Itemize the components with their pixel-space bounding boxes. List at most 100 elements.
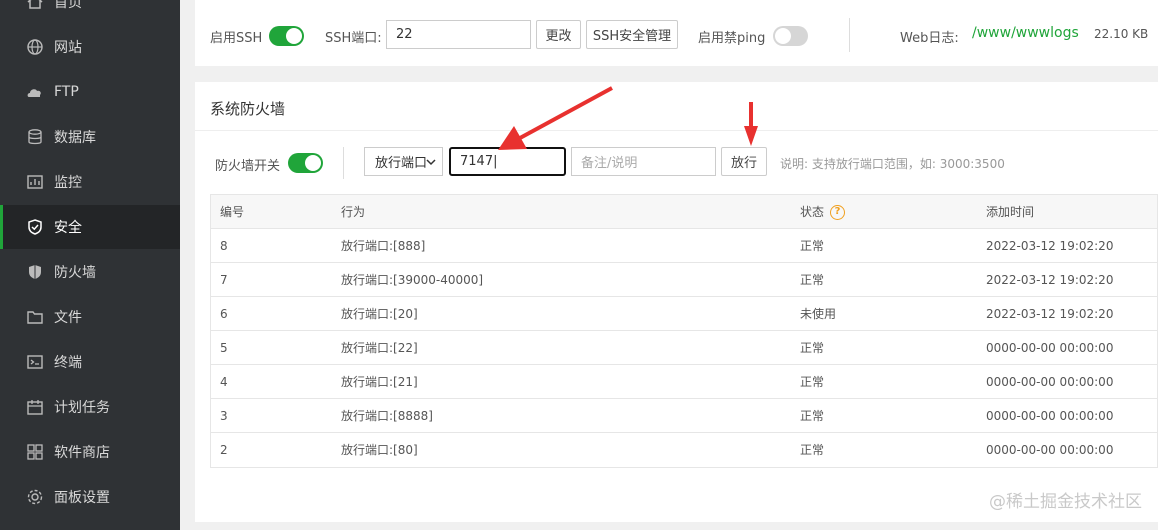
divider	[195, 130, 1158, 131]
home-icon	[26, 0, 44, 11]
sidebar-item-database[interactable]: 数据库	[0, 115, 180, 159]
rule-time: 0000-00-00 00:00:00	[986, 409, 1114, 423]
sidebar-item-files[interactable]: 文件	[0, 295, 180, 339]
sidebar-item-website[interactable]: 网站	[0, 25, 180, 69]
firewall-panel: 系统防火墙 防火墙开关 放行端口 7147 | 备注/说明 放行 说明: 支持放行…	[195, 82, 1158, 522]
shield-icon	[26, 263, 44, 281]
rule-action: 放行端口:[21]	[341, 375, 418, 389]
table-row: 2 放行端口:[80] 正常 0000-00-00 00:00:00	[211, 433, 1157, 467]
sidebar-item-home[interactable]: 首页	[0, 0, 180, 24]
column-header-action: 行为	[341, 205, 366, 219]
sidebar-item-label: 安全	[54, 220, 82, 236]
sidebar-item-cron[interactable]: 计划任务	[0, 385, 180, 429]
rule-id: 3	[220, 409, 228, 423]
sidebar-item-security[interactable]: 安全	[0, 205, 180, 249]
sidebar-item-label: 软件商店	[54, 445, 110, 461]
column-header-status-label: 状态	[800, 205, 825, 219]
table-row: 6 放行端口:[20] 未使用 2022-03-12 19:02:20	[211, 297, 1157, 331]
rule-status: 正常	[800, 409, 825, 423]
weblog-size: 22.10 KB	[1094, 27, 1149, 41]
folder-icon	[26, 308, 44, 326]
change-port-button[interactable]: 更改	[536, 20, 581, 49]
rule-time: 2022-03-12 19:02:20	[986, 239, 1114, 253]
gear-icon	[26, 488, 44, 506]
remark-placeholder: 备注/说明	[581, 156, 638, 171]
ssh-port-input[interactable]: 22	[386, 20, 531, 49]
allow-button[interactable]: 放行	[721, 147, 767, 176]
sidebar-item-label: 防火墙	[54, 265, 96, 281]
firewall-switch-label: 防火墙开关	[215, 159, 281, 174]
port-range-hint: 说明: 支持放行端口范围，如: 3000:3500	[780, 157, 1005, 171]
sidebar-item-label: 首页	[54, 0, 82, 11]
table-row: 3 放行端口:[8888] 正常 0000-00-00 00:00:00	[211, 399, 1157, 433]
sidebar-item-terminal[interactable]: 终端	[0, 340, 180, 384]
rule-action: 放行端口:[22]	[341, 341, 418, 355]
ssh-toggle[interactable]	[269, 26, 304, 46]
rule-id: 6	[220, 307, 228, 321]
column-header-time: 添加时间	[986, 205, 1035, 219]
monitor-icon	[26, 173, 44, 191]
table-row: 8 放行端口:[888] 正常 2022-03-12 19:02:20	[211, 229, 1157, 263]
terminal-icon	[26, 353, 44, 371]
rule-action: 放行端口:[39000-40000]	[341, 273, 484, 287]
help-icon[interactable]: ?	[830, 205, 846, 220]
sidebar-item-label: 数据库	[54, 130, 96, 146]
column-header-status: 状态?	[800, 195, 846, 229]
rule-status: 正常	[800, 341, 825, 355]
rule-id: 2	[220, 443, 228, 457]
calendar-icon	[26, 398, 44, 416]
grid-icon	[26, 443, 44, 461]
database-icon	[26, 128, 44, 146]
sidebar-item-label: 终端	[54, 355, 82, 371]
rule-type-value: 放行端口	[375, 156, 428, 171]
ping-toggle[interactable]	[773, 26, 808, 46]
shield-check-icon	[26, 218, 44, 236]
table-row: 5 放行端口:[22] 正常 0000-00-00 00:00:00	[211, 331, 1157, 365]
rule-action: 放行端口:[8888]	[341, 409, 433, 423]
rule-status: 正常	[800, 443, 825, 457]
sidebar-item-label: 监控	[54, 175, 82, 191]
table-row: 7 放行端口:[39000-40000] 正常 2022-03-12 19:02…	[211, 263, 1157, 297]
sidebar-item-label: 网站	[54, 40, 82, 56]
sidebar-item-store[interactable]: 软件商店	[0, 430, 180, 474]
firewall-toggle[interactable]	[288, 153, 323, 173]
ssh-manage-button[interactable]: SSH安全管理	[586, 20, 678, 49]
table-header: 编号 行为 状态? 添加时间	[211, 195, 1157, 229]
weblog-label: Web日志:	[900, 31, 959, 46]
ssh-port-label: SSH端口:	[325, 31, 382, 46]
port-input-value: 7147	[460, 154, 494, 169]
chevron-down-icon	[426, 159, 436, 166]
firewall-title: 系统防火墙	[210, 100, 286, 118]
sidebar-item-label: 文件	[54, 310, 82, 326]
rule-time: 2022-03-12 19:02:20	[986, 307, 1114, 321]
column-header-id: 编号	[220, 205, 245, 219]
rule-action: 放行端口:[20]	[341, 307, 418, 321]
rule-status: 正常	[800, 239, 825, 253]
sidebar-item-settings[interactable]: 面板设置	[0, 475, 180, 519]
rule-time: 0000-00-00 00:00:00	[986, 341, 1114, 355]
remark-input[interactable]: 备注/说明	[571, 147, 716, 176]
rule-status: 未使用	[800, 307, 837, 321]
rule-time: 0000-00-00 00:00:00	[986, 375, 1114, 389]
table-row: 4 放行端口:[21] 正常 0000-00-00 00:00:00	[211, 365, 1157, 399]
sidebar-item-monitor[interactable]: 监控	[0, 160, 180, 204]
sidebar-item-ftp[interactable]: FTP	[0, 70, 180, 114]
ftp-icon	[26, 83, 44, 101]
rule-status: 正常	[800, 273, 825, 287]
watermark: @稀土掘金技术社区	[989, 492, 1142, 512]
rule-status: 正常	[800, 375, 825, 389]
rule-id: 7	[220, 273, 228, 287]
rule-id: 5	[220, 341, 228, 355]
rule-action: 放行端口:[80]	[341, 443, 418, 457]
rule-type-select[interactable]: 放行端口	[364, 147, 443, 176]
sidebar: 首页 网站 FTP 数据库 监控 安全 防火墙 文件 终端 计划任务 软件商店	[0, 0, 180, 530]
weblog-path-link[interactable]: /www/wwwlogs	[972, 25, 1079, 41]
sidebar-item-label: 面板设置	[54, 490, 110, 506]
rule-id: 8	[220, 239, 228, 253]
rule-time: 0000-00-00 00:00:00	[986, 443, 1114, 457]
ssh-panel: 启用SSH SSH端口: 22 更改 SSH安全管理 启用禁ping Web日志…	[195, 0, 1158, 66]
port-input[interactable]: 7147 |	[449, 147, 566, 176]
firewall-rules-table: 编号 行为 状态? 添加时间 8 放行端口:[888] 正常 2022-03-1…	[210, 194, 1158, 468]
sidebar-item-firewall[interactable]: 防火墙	[0, 250, 180, 294]
rule-time: 2022-03-12 19:02:20	[986, 273, 1114, 287]
